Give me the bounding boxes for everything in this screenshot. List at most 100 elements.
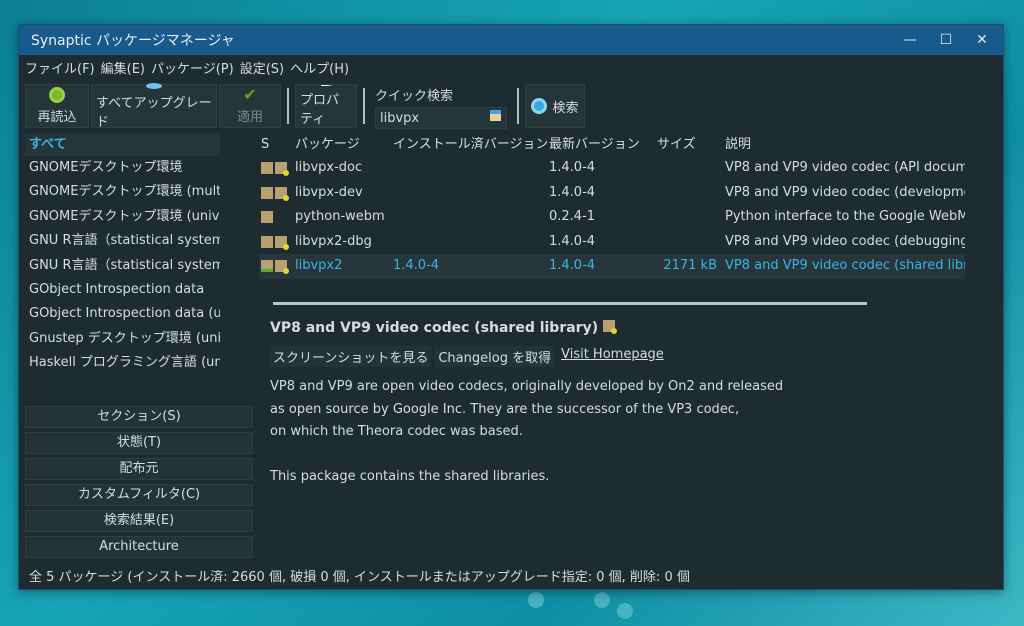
desktop-decoration bbox=[617, 603, 633, 619]
filter-sections-button[interactable]: セクション(S) bbox=[25, 406, 253, 428]
sidebar-item[interactable]: GNU R言語（statistical system) bbox=[25, 229, 220, 253]
description-line: as open source by Google Inc. They are t… bbox=[270, 401, 740, 417]
package-details: VP8 and VP9 video codec (shared library)… bbox=[270, 320, 990, 489]
description-line: This package contains the shared librari… bbox=[270, 469, 550, 484]
quick-search: クイック検索 bbox=[371, 84, 511, 129]
menu-edit[interactable]: 編集(E) bbox=[101, 58, 145, 77]
details-title-text: VP8 and VP9 video codec (shared library) bbox=[270, 320, 599, 336]
sidebar-item[interactable]: GNOMEデスクトップ環境 (universe) bbox=[25, 205, 220, 229]
column-package[interactable]: パッケージ bbox=[293, 134, 391, 156]
installed-version bbox=[391, 230, 547, 255]
filter-origin-button[interactable]: 配布元 bbox=[25, 458, 253, 480]
latest-version: 1.4.0-4 bbox=[549, 184, 596, 200]
sidebar-item[interactable]: GObject Introspection data bbox=[25, 278, 220, 302]
installed-version: 1.4.0-4 bbox=[393, 258, 440, 273]
filter-architecture-button[interactable]: Architecture bbox=[25, 536, 253, 558]
quick-search-label: クイック検索 bbox=[375, 89, 454, 104]
table-row[interactable]: libvpx-doc 1.4.0-4 VP8 and VP9 video cod… bbox=[259, 156, 965, 181]
status-cell bbox=[259, 254, 293, 279]
status-cell bbox=[259, 230, 293, 255]
maximize-icon[interactable]: ☐ bbox=[929, 25, 963, 55]
package-description: VP8 and VP9 video codec (shared library) bbox=[725, 258, 965, 273]
new-package-icon bbox=[275, 260, 289, 274]
package-name: python-webm bbox=[295, 209, 385, 224]
toolbar-separator bbox=[287, 88, 289, 124]
reload-button[interactable]: 再読込 bbox=[25, 84, 89, 128]
sidebar-item[interactable]: GNU R言語（statistical system) bbox=[25, 254, 220, 278]
sidebar-item[interactable]: GObject Introspection data (universe) bbox=[25, 302, 220, 326]
description-line: on which the Theora codec was based. bbox=[270, 424, 523, 439]
installed-package-icon bbox=[261, 260, 273, 272]
filter-search-results-button[interactable]: 検索結果(E) bbox=[25, 510, 253, 532]
check-icon: ✔ bbox=[243, 85, 257, 104]
menu-settings[interactable]: 設定(S) bbox=[240, 58, 284, 77]
details-title: VP8 and VP9 video codec (shared library) bbox=[270, 320, 990, 336]
column-latest-version[interactable]: 最新バージョン bbox=[547, 134, 655, 156]
clear-icon[interactable] bbox=[490, 110, 501, 121]
reload-label: 再読込 bbox=[37, 110, 77, 125]
sidebar-item[interactable]: GNOMEデスクトップ環境 (multiverse) bbox=[25, 180, 220, 204]
menu-package[interactable]: パッケージ(P) bbox=[151, 58, 234, 77]
package-name: libvpx2 bbox=[295, 258, 343, 273]
table-row[interactable]: libvpx-dev 1.4.0-4 VP8 and VP9 video cod… bbox=[259, 181, 965, 206]
toolbar-separator bbox=[363, 88, 365, 124]
synaptic-window: Synaptic パッケージマネージャ — ☐ ✕ ファイル(F) 編集(E) … bbox=[18, 24, 1004, 590]
package-name: libvpx2-dbg bbox=[295, 233, 372, 249]
desktop-decoration bbox=[528, 592, 544, 608]
package-icon bbox=[261, 235, 273, 248]
search-button[interactable]: 検索 bbox=[525, 84, 585, 128]
close-icon[interactable]: ✕ bbox=[965, 25, 999, 55]
quick-search-input[interactable] bbox=[375, 107, 507, 129]
status-cell bbox=[259, 205, 293, 230]
properties-label: プロパティ bbox=[300, 93, 340, 127]
column-description[interactable]: 説明 bbox=[723, 134, 965, 156]
column-installed-version[interactable]: インストール済バージョン bbox=[391, 134, 547, 156]
filter-custom-button[interactable]: カスタムフィルタ(C) bbox=[25, 484, 253, 506]
menu-help[interactable]: ヘルプ(H) bbox=[290, 58, 349, 77]
minimize-icon[interactable]: — bbox=[893, 25, 927, 55]
installed-version bbox=[391, 205, 547, 230]
status-cell bbox=[259, 181, 293, 206]
package-icon bbox=[261, 211, 273, 223]
table-row[interactable]: python-webm 0.2.4-1 Python interface to … bbox=[259, 205, 965, 230]
package-list: S パッケージ インストール済バージョン 最新バージョン サイズ 説明 libv… bbox=[259, 134, 965, 279]
column-size[interactable]: サイズ bbox=[655, 134, 723, 156]
package-description: VP8 and VP9 video codec (API documentati… bbox=[725, 160, 965, 175]
new-package-icon bbox=[275, 235, 289, 250]
desktop-decoration bbox=[594, 592, 610, 608]
column-status[interactable]: S bbox=[259, 134, 293, 156]
upgrade-icon bbox=[146, 82, 162, 89]
menu-file[interactable]: ファイル(F) bbox=[25, 58, 95, 77]
sidebar-item-all[interactable]: すべて bbox=[25, 134, 220, 156]
new-package-icon bbox=[275, 162, 289, 176]
filter-status-button[interactable]: 状態(T) bbox=[25, 432, 253, 454]
package-icon bbox=[261, 186, 273, 199]
upgrade-all-button[interactable]: すべてアップグレード bbox=[91, 82, 217, 130]
table-row-selected[interactable]: libvpx2 1.4.0-4 1.4.0-4 2171 kB VP8 and … bbox=[259, 254, 965, 279]
package-size bbox=[655, 205, 723, 230]
sidebar-item[interactable]: GNOMEデスクトップ環境 bbox=[25, 156, 220, 180]
status-cell bbox=[259, 156, 293, 181]
changelog-button[interactable]: Changelog を取得 bbox=[435, 346, 555, 367]
screenshot-button[interactable]: スクリーンショットを見る bbox=[270, 346, 432, 367]
latest-version: 1.4.0-4 bbox=[549, 160, 596, 175]
search-label: 検索 bbox=[552, 100, 579, 116]
menu-bar: ファイル(F) 編集(E) パッケージ(P) 設定(S) ヘルプ(H) bbox=[25, 58, 349, 77]
description-line bbox=[270, 444, 990, 467]
properties-icon bbox=[320, 85, 332, 86]
package-description: VP8 and VP9 video codec (debugging symbo… bbox=[725, 233, 965, 249]
apply-button[interactable]: ✔ 適用 bbox=[219, 84, 281, 128]
sidebar-item[interactable]: Haskell プログラミング言語 (universe) bbox=[25, 351, 220, 375]
pane-splitter[interactable] bbox=[273, 302, 867, 305]
title-bar: Synaptic パッケージマネージャ bbox=[19, 25, 1003, 55]
search-icon bbox=[531, 98, 548, 114]
package-size: 2171 kB bbox=[663, 258, 717, 273]
details-description: VP8 and VP9 are open video codecs, origi… bbox=[270, 376, 990, 489]
properties-button[interactable]: プロパティ bbox=[295, 84, 357, 128]
status-bar: 全 5 パッケージ (インストール済: 2660 個, 破損 0 個, インスト… bbox=[29, 570, 690, 585]
installed-version bbox=[391, 181, 547, 206]
sidebar-item[interactable]: Gnustep デスクトップ環境 (universe) bbox=[25, 327, 220, 351]
homepage-link[interactable]: Visit Homepage bbox=[558, 346, 667, 367]
filter-buttons: セクション(S) 状態(T) 配布元 カスタムフィルタ(C) 検索結果(E) A… bbox=[25, 406, 253, 562]
table-row[interactable]: libvpx2-dbg 1.4.0-4 VP8 and VP9 video co… bbox=[259, 230, 965, 255]
